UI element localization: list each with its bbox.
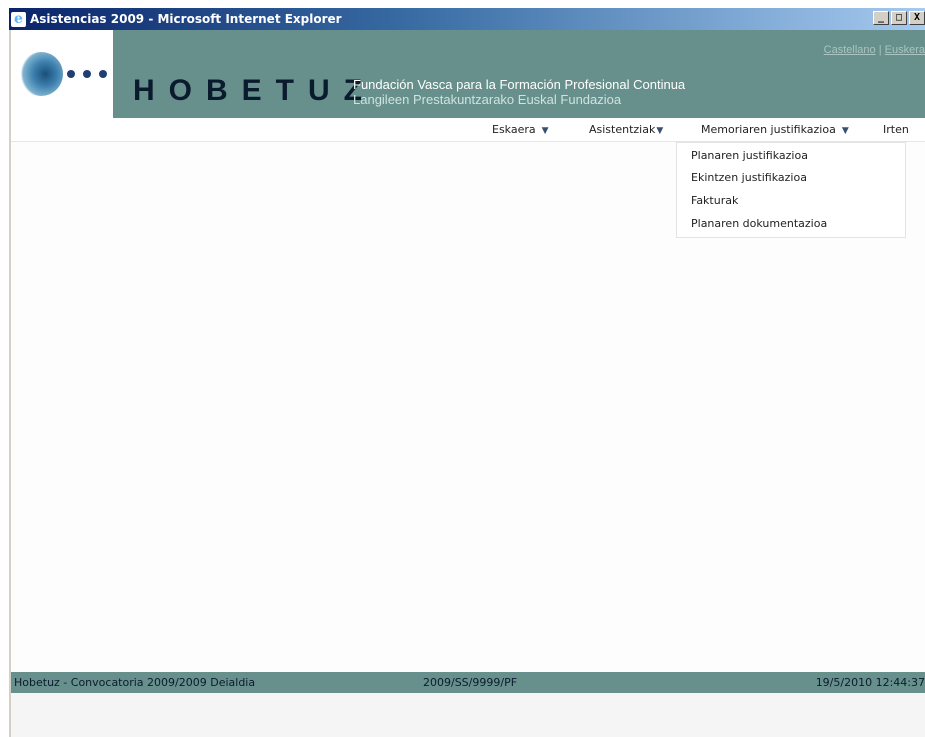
logo-dot-icon	[67, 70, 75, 78]
chevron-down-icon: ▼	[656, 126, 664, 136]
logo-dot-icon	[99, 70, 107, 78]
menu-irten-label: Irten	[883, 123, 909, 136]
menu-irten[interactable]: Irten	[883, 123, 909, 136]
menu-asistentziak-label: Asistentziak	[589, 123, 656, 136]
logo-dot-icon	[83, 70, 91, 78]
tagline-spanish: Fundación Vasca para la Formación Profes…	[353, 77, 686, 92]
minimize-button[interactable]: _	[873, 11, 889, 25]
status-convocatoria: Hobetuz - Convocatoria 2009/2009 Deialdi…	[14, 676, 256, 689]
window-titlebar: e Asistencias 2009 - Microsoft Internet …	[9, 8, 925, 30]
dropdown-item-fakturak[interactable]: Fakturak	[691, 194, 738, 207]
status-reference: 2009/SS/9999/PF	[423, 676, 518, 689]
menu-memoriaren-label: Memoriaren justifikazioa	[701, 123, 836, 136]
maximize-button[interactable]: □	[891, 11, 907, 25]
browser-window: Castellano | Euskera HOBETUZ Fundación V…	[9, 30, 925, 737]
menu-eskaera-label: Eskaera	[492, 123, 536, 136]
header-banner: Castellano | Euskera HOBETUZ Fundación V…	[11, 30, 925, 118]
main-menu: Eskaera ▼ Asistentziak▼ Memoriaren justif…	[11, 118, 925, 142]
dropdown-item-planaren-justifikazioa[interactable]: Planaren justifikazioa	[691, 149, 808, 162]
dropdown-item-ekintzen-justifikazioa[interactable]: Ekintzen justifikazioa	[691, 171, 807, 184]
lang-castellano-link[interactable]: Castellano	[824, 44, 876, 56]
tagline: Fundación Vasca para la Formación Profes…	[353, 77, 685, 107]
tagline-basque: Langileen Prestakuntzarako Euskal Fundaz…	[353, 92, 622, 107]
menu-memoriaren-justifikazioa[interactable]: Memoriaren justifikazioa ▼	[701, 123, 849, 136]
window-controls: _ □ X	[873, 11, 925, 25]
menu-eskaera[interactable]: Eskaera ▼	[492, 123, 549, 136]
bottom-area	[11, 693, 925, 737]
dropdown-item-planaren-dokumentazioa[interactable]: Planaren dokumentazioa	[691, 217, 827, 230]
chevron-down-icon: ▼	[841, 126, 849, 136]
chevron-down-icon: ▼	[541, 126, 549, 136]
language-switcher: Castellano | Euskera	[824, 44, 925, 56]
menu-asistentziak[interactable]: Asistentziak▼	[589, 123, 663, 136]
brand-name: HOBETUZ	[133, 74, 376, 107]
window-title: Asistencias 2009 - Microsoft Internet Ex…	[30, 12, 342, 26]
internet-explorer-icon: e	[11, 11, 26, 27]
lang-euskera-link[interactable]: Euskera	[885, 44, 925, 56]
status-bar: Hobetuz - Convocatoria 2009/2009 Deialdi…	[11, 672, 925, 693]
lang-separator: |	[875, 44, 885, 56]
close-button[interactable]: X	[909, 11, 925, 25]
memoriaren-dropdown: Planaren justifikazioa Ekintzen justifik…	[676, 142, 906, 238]
logo-circle-icon	[19, 52, 63, 96]
status-datetime: 19/5/2010 12:44:37	[815, 676, 925, 689]
hobetuz-logo	[11, 30, 113, 118]
